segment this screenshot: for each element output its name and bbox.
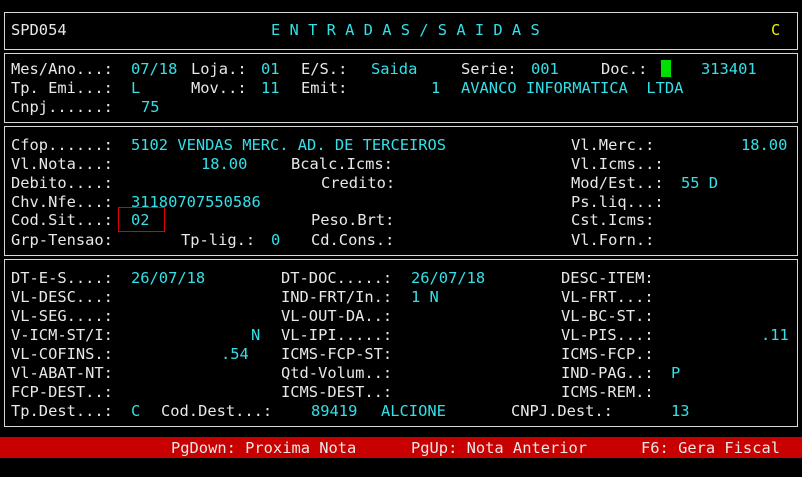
v-icm-st-field[interactable]: N [251, 326, 260, 345]
cod-dest-field[interactable]: 89419 [311, 402, 357, 421]
es-field[interactable]: Saida [371, 60, 417, 79]
vl-out-da-label: VL-OUT-DA..: [281, 307, 393, 325]
vl-merc-label: Vl.Merc.: [571, 136, 655, 154]
vl-bc-st-label: VL-BC-ST.: [561, 307, 654, 325]
cnpj-field[interactable]: 75 [141, 98, 160, 117]
vl-frt-label: VL-FRT...: [561, 288, 654, 306]
vl-ipi-label: VL-IPI.....: [281, 326, 393, 344]
doc-field[interactable]: 313401 [701, 60, 757, 79]
icms-fcp-label: ICMS-FCP.: [561, 345, 654, 363]
cnpj-dest-label: CNPJ.Dest.: [511, 402, 613, 420]
cnpj-dest-field[interactable]: 13 [671, 402, 690, 421]
cod-dest-name: ALCIONE [381, 402, 446, 420]
tp-lig-label: Tp-lig.: [181, 231, 256, 249]
bcalc-icms-label: Bcalc.Icms: [291, 155, 393, 173]
debito-label: Debito....: [11, 174, 113, 192]
loja-label: Loja.: [191, 60, 247, 78]
dt-doc-field[interactable]: 26/07/18 [411, 269, 485, 288]
serie-field[interactable]: 001 [531, 60, 559, 79]
emit-name: AVANCO INFORMATICA LTDA [461, 79, 684, 97]
emit-code-field[interactable]: 1 [431, 79, 440, 98]
vl-pis-field[interactable]: .11 [761, 326, 789, 345]
cfop-label: Cfop......: [11, 136, 113, 154]
peso-brt-label: Peso.Brt: [311, 211, 395, 229]
credito-label: Credito: [321, 174, 396, 192]
icms-dest-label: ICMS-DEST..: [281, 383, 393, 401]
serie-label: Serie: [461, 60, 517, 78]
mov-label: Mov..: [191, 79, 247, 97]
ps-liq-label: Ps.liq...: [571, 193, 664, 211]
mode-indicator: C [771, 21, 781, 39]
vl-nota-label: Vl.Nota...: [11, 155, 113, 173]
emit-label: Emit: [301, 79, 348, 97]
qtd-volum-label: Qtd-Volum..: [281, 364, 393, 382]
chv-nfe-label: Chv.Nfe...: [11, 193, 113, 211]
dt-doc-label: DT-DOC.....: [281, 269, 393, 287]
tp-emi-field[interactable]: L [131, 79, 140, 98]
vl-desc-label: VL-DESC...: [11, 288, 113, 306]
mes-ano-label: Mes/Ano...: [11, 60, 113, 78]
icms-fcp-st-label: ICMS-FCP-ST: [281, 345, 393, 363]
terminal-screen: SPD054 E N T R A D A S / S A I D A S C M… [0, 0, 802, 477]
doc-label: Doc.: [601, 60, 648, 78]
vl-merc-field[interactable]: 18.00 [741, 136, 787, 155]
vl-cofins-label: VL-COFINS.: [11, 345, 113, 363]
mod-est-label: Mod/Est..: [571, 174, 664, 192]
desc-item-label: DESC-ITEM: [561, 269, 654, 287]
cnpj-label: Cnpj......: [11, 98, 113, 116]
vl-icms-label: Vl.Icms..: [571, 155, 664, 173]
vl-seg-label: VL-SEG....: [11, 307, 113, 325]
mov-field[interactable]: 11 [261, 79, 280, 98]
ind-frt-field[interactable]: 1 N [411, 288, 439, 307]
icms-rem-label: ICMS-REM.: [561, 383, 654, 401]
ind-pag-field[interactable]: P [671, 364, 680, 383]
vl-abat-nt-label: Vl-ABAT-NT: [11, 364, 113, 382]
text-cursor [661, 60, 671, 77]
ind-frt-label: IND-FRT/In.: [281, 288, 393, 306]
cst-icms-label: Cst.Icms: [571, 211, 655, 229]
fcp-dest-label: FCP-DEST..: [11, 383, 113, 401]
vl-nota-field[interactable]: 18.00 [201, 155, 247, 174]
cd-cons-label: Cd.Cons.: [311, 231, 395, 249]
tp-dest-label: Tp.Dest...: [11, 402, 113, 420]
pgdown-key[interactable]: PgDown: Proxima Nota [171, 439, 356, 458]
vl-forn-label: Vl.Forn.: [571, 231, 655, 249]
mod-est-field[interactable]: 55 D [681, 174, 718, 193]
grp-tensao-label: Grp-Tensao: [11, 231, 113, 249]
cfop-field[interactable]: 5102 VENDAS MERC. AD. DE TERCEIROS [131, 136, 446, 155]
cod-sit-label: Cod.Sit...: [11, 211, 113, 229]
loja-field[interactable]: 01 [261, 60, 280, 79]
es-label: E/S.: [301, 60, 348, 78]
tp-dest-field[interactable]: C [131, 402, 140, 421]
dt-es-field[interactable]: 26/07/18 [131, 269, 205, 288]
cod-dest-label: Cod.Dest...: [161, 402, 273, 420]
vl-cofins-field[interactable]: .54 [221, 345, 249, 364]
mes-ano-field[interactable]: 07/18 [131, 60, 177, 79]
vl-pis-label: VL-PIS...: [561, 326, 654, 344]
function-key-bar: PgDown: Proxima Nota PgUp: Nota Anterior… [0, 437, 802, 458]
program-code: SPD054 [11, 21, 67, 39]
v-icm-st-label: V-ICM-ST/I: [11, 326, 113, 344]
screen-title: E N T R A D A S / S A I D A S [271, 21, 540, 39]
f6-key[interactable]: F6: Gera Fiscal [641, 439, 780, 458]
pgup-key[interactable]: PgUp: Nota Anterior [411, 439, 587, 458]
tp-lig-field[interactable]: 0 [271, 231, 280, 250]
tp-emi-label: Tp. Emi...: [11, 79, 113, 97]
ind-pag-label: IND-PAG..: [561, 364, 654, 382]
cod-sit-highlight [118, 207, 165, 232]
dt-es-label: DT-E-S....: [11, 269, 113, 287]
